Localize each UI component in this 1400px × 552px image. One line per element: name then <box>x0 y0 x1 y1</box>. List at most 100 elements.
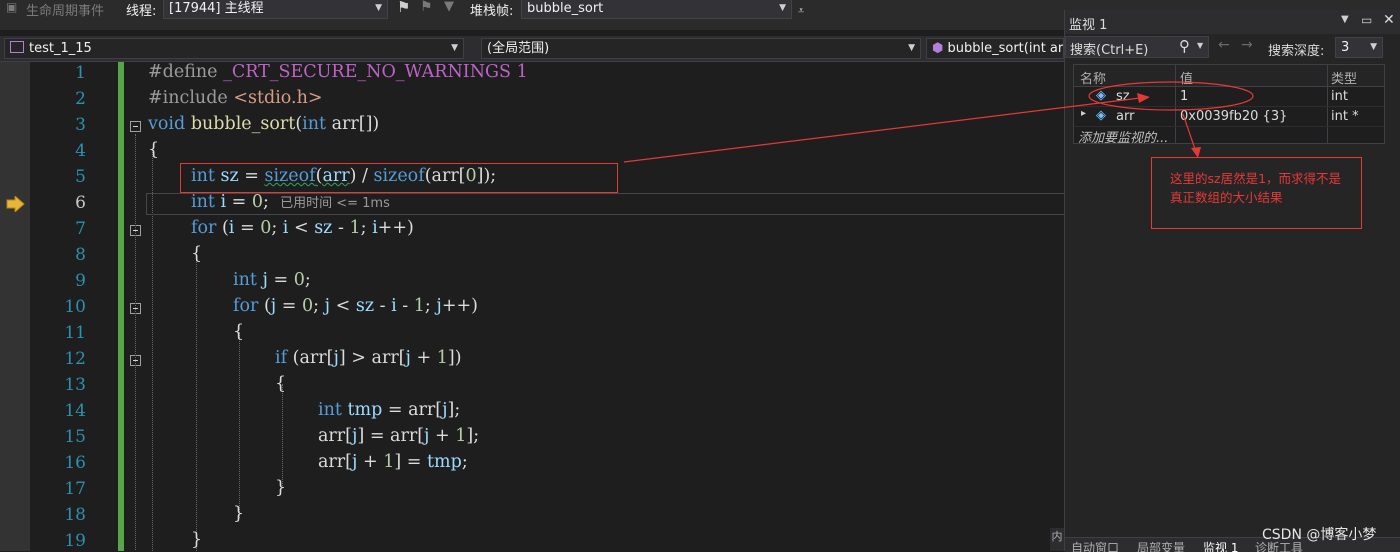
add-watch-placeholder: 添加要监视的... <box>1078 131 1169 146</box>
code-line-13: { <box>275 374 287 394</box>
code-line-6: int i = 0; 已用时间 <= 1ms <box>191 192 390 212</box>
watch-row-type: int * <box>1331 109 1359 124</box>
project-name: test_1_15 <box>29 41 92 56</box>
lifecycle-icon: ▣ <box>6 0 18 14</box>
chevron-down-icon: ▼ <box>451 43 458 53</box>
line-number: 11 <box>64 323 86 343</box>
line-number: 17 <box>64 479 86 499</box>
chevron-down-icon: ▼ <box>779 3 786 13</box>
code-line-9: int j = 0; <box>233 270 311 290</box>
tab-autos[interactable]: 自动窗口 <box>1071 539 1119 552</box>
pin-icon[interactable]: ▭ <box>1361 13 1372 27</box>
line-number: 13 <box>64 375 86 395</box>
code-line-8: { <box>191 244 203 264</box>
line-number: 5 <box>75 167 86 187</box>
function-value: bubble_sort(int ar <box>947 41 1064 56</box>
overflow-icon[interactable]: ⩡ <box>798 4 804 18</box>
line-number: 8 <box>75 245 86 265</box>
annotation-note: 这里的sz居然是1，而求得不是真正数组的大小结果 <box>1151 157 1362 229</box>
lifecycle-events-button[interactable]: 生命周期事件 <box>26 0 104 19</box>
thread-value: [17944] 主线程 <box>169 1 264 16</box>
line-number-current: 6 <box>75 193 86 213</box>
code-line-10: for (j = 0; j < sz - i - 1; j++) <box>233 296 478 316</box>
tab-watch-1[interactable]: 监视 1 <box>1203 539 1238 552</box>
line-number: 9 <box>75 271 86 291</box>
watch-title: 监视 1 <box>1069 18 1108 33</box>
line-number: 16 <box>64 453 86 473</box>
flag-icon[interactable]: ⚑ <box>397 0 410 16</box>
search-depth-value: 3 <box>1341 40 1350 55</box>
line-number: 4 <box>75 141 86 161</box>
code-line-5: int sz = sizeof(arr) / sizeof(arr[0]); <box>191 166 497 186</box>
watch-window: 监视 1 ▼ ▭ ✕ 搜索(Ctrl+E) ⚲ ▼ ← → 搜索深度: 3 ▼ … <box>1064 10 1400 552</box>
side-tab[interactable]: 内 <box>1050 528 1064 551</box>
line-number: 18 <box>64 505 86 525</box>
flag-threads-icon[interactable]: ⚑ <box>420 0 433 15</box>
project-dropdown[interactable]: test_1_15 ▼ <box>4 38 464 59</box>
indent-guide <box>282 384 283 486</box>
search-icon[interactable]: ⚲ <box>1179 37 1190 55</box>
code-line-15: arr[j] = arr[j + 1]; <box>318 426 480 446</box>
line-number: 15 <box>64 427 86 447</box>
line-number: 7 <box>75 219 86 239</box>
stack-frame-dropdown[interactable]: bubble_sort ▼ <box>521 0 792 19</box>
window-menu-icon[interactable]: ▼ <box>1341 14 1349 25</box>
code-line-1: #define _CRT_SECURE_NO_WARNINGS 1 <box>148 62 528 82</box>
search-depth-dropdown[interactable]: 3 ▼ <box>1335 37 1383 58</box>
annotation-ellipse <box>1088 81 1254 111</box>
scope-dropdown[interactable]: (全局范围) ▼ <box>481 38 921 59</box>
line-number: 3 <box>75 115 86 135</box>
code-editor[interactable]: 1 2 3 4 5 6 7 8 9 10 11 12 13 14 15 16 1… <box>0 62 1064 551</box>
line-number: 12 <box>64 349 86 369</box>
collapse-icon[interactable] <box>130 121 141 132</box>
add-watch-item[interactable]: 添加要监视的... <box>1074 127 1175 146</box>
watermark: CSDN @博客小梦 <box>1262 527 1377 543</box>
code-line-12: if (arr[j] > arr[j + 1]) <box>275 348 462 368</box>
line-number: 2 <box>75 89 86 109</box>
perf-tip[interactable]: 已用时间 <= 1ms <box>280 196 390 211</box>
code-line-18: } <box>233 504 245 524</box>
search-placeholder: 搜索(Ctrl+E) <box>1070 43 1149 58</box>
chevron-down-icon: ▼ <box>1370 42 1377 52</box>
change-tracking-bar <box>118 62 124 551</box>
glyph-margin[interactable] <box>0 62 30 551</box>
search-depth-label: 搜索深度: <box>1268 44 1325 59</box>
project-icon <box>10 41 24 53</box>
indent-guide <box>239 332 240 518</box>
code-line-3: void bubble_sort(int arr[]) <box>148 114 380 134</box>
line-number: 19 <box>64 531 86 551</box>
code-line-7: for (i = 0; i < sz - 1; i++) <box>191 218 414 238</box>
outline-line <box>135 134 136 551</box>
line-number: 14 <box>64 401 86 421</box>
search-forward-icon[interactable]: → <box>1241 37 1253 53</box>
thread-dropdown[interactable]: [17944] 主线程 ▼ <box>163 0 388 19</box>
column-type-header[interactable]: 类型 <box>1331 68 1357 87</box>
chevron-down-icon[interactable]: ▼ <box>1197 41 1203 50</box>
indent-guide <box>196 254 197 551</box>
tab-locals[interactable]: 局部变量 <box>1137 539 1185 552</box>
method-icon: ⬢ <box>932 41 944 56</box>
watch-row-type: int <box>1331 89 1348 104</box>
line-number: 10 <box>64 297 86 317</box>
code-line-11: { <box>233 322 245 342</box>
thread-label: 线程: <box>126 4 157 19</box>
stack-frame-label: 堆栈帧: <box>470 4 514 19</box>
navigation-bar: test_1_15 ▼ (全局范围) ▼ ⬢ bubble_sort(int a… <box>0 36 1064 62</box>
function-dropdown[interactable]: ⬢ bubble_sort(int ar <box>926 38 1064 59</box>
chevron-down-icon: ▼ <box>375 3 382 13</box>
code-line-2: #include <stdio.h> <box>148 88 323 108</box>
watch-title-bar[interactable]: 监视 1 ▼ ▭ ✕ <box>1065 10 1400 34</box>
filter-icon[interactable]: ▼ <box>444 0 454 14</box>
code-line-16: arr[j + 1] = tmp; <box>318 452 468 472</box>
code-line-19: } <box>191 530 203 550</box>
current-statement-arrow-icon <box>6 196 25 212</box>
scope-value: (全局范围) <box>487 41 550 56</box>
line-number: 1 <box>75 63 86 83</box>
chevron-down-icon: ▼ <box>908 43 915 53</box>
stack-frame-value: bubble_sort <box>527 1 604 16</box>
code-line-4: { <box>148 140 160 160</box>
expand-arrow-icon[interactable]: ▸ <box>1081 108 1086 119</box>
code-line-14: int tmp = arr[j]; <box>318 400 461 420</box>
close-icon[interactable]: ✕ <box>1383 12 1395 28</box>
search-back-icon[interactable]: ← <box>1218 37 1230 53</box>
